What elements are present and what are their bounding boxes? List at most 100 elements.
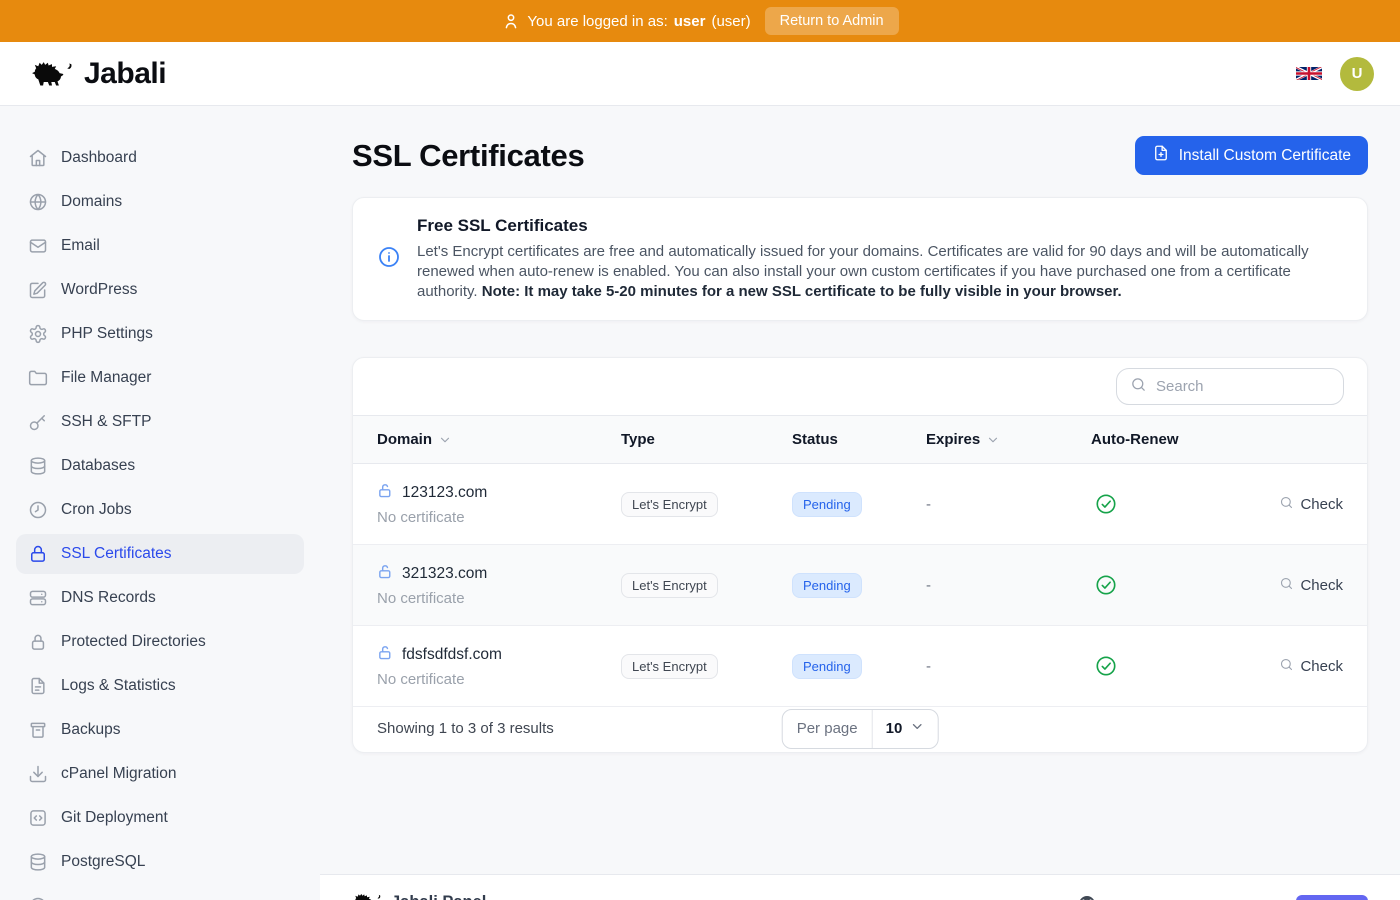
check-button[interactable]: Check [1279,576,1343,595]
unlock-icon [377,482,394,504]
sidebar-item-logs-statistics[interactable]: Logs & Statistics [16,666,304,706]
table-row: fdsfsdfdsf.com No certificate Let's Encr… [353,626,1367,707]
results-summary: Showing 1 to 3 of 3 results [377,720,554,737]
download-icon [28,764,48,784]
sidebar-item-postgresql[interactable]: PostgreSQL [16,842,304,882]
search-box[interactable] [1116,368,1344,405]
code-icon [28,808,48,828]
sidebar-item-label: cPanel Migration [61,765,176,783]
search-icon [1279,495,1294,514]
table-header-row: Domain Type Status Expires Auto-Renew [353,415,1367,464]
sidebar-item-databases[interactable]: Databases [16,446,304,486]
clock-icon [28,500,48,520]
database-icon [28,456,48,476]
sidebar-item-cpanel-migration[interactable]: cPanel Migration [16,754,304,794]
sidebar-item-protected-directories[interactable]: Protected Directories [16,622,304,662]
auto-renew-check-icon [1091,655,1253,677]
type-badge: Let's Encrypt [621,654,718,679]
circle-icon [28,896,48,900]
file-text-icon [28,676,48,696]
expires-value: - [926,496,1091,513]
search-icon [1279,576,1294,595]
sidebar-item-dashboard[interactable]: Dashboard [16,138,304,178]
check-button[interactable]: Check [1279,657,1343,676]
sidebar-nav: Dashboard Domains Email WordPress PHP Se… [0,106,320,900]
column-header-status: Status [792,431,926,448]
check-label: Check [1300,577,1343,594]
sidebar-item-file-manager[interactable]: File Manager [16,358,304,398]
column-header-type: Type [621,431,792,448]
language-flag-icon[interactable] [1296,65,1322,82]
info-icon [377,245,401,274]
column-label: Type [621,431,655,448]
sidebar-item-label: SSH & SFTP [61,413,151,431]
search-input[interactable] [1156,378,1355,395]
sidebar-item-label: Git Deployment [61,809,168,827]
logged-in-role: (user) [711,13,750,30]
sidebar-item-cron-jobs[interactable]: Cron Jobs [16,490,304,530]
globe-icon [28,192,48,212]
sidebar-item-label: WordPress [61,281,137,299]
per-page-select[interactable]: Per page 10 [782,709,939,749]
user-avatar[interactable]: U [1340,57,1374,91]
sidebar-item-git-deployment[interactable]: Git Deployment [16,798,304,838]
return-to-admin-button[interactable]: Return to Admin [765,7,899,35]
sidebar-item-ssh-sftp[interactable]: SSH & SFTP [16,402,304,442]
info-box-title: Free SSL Certificates [417,216,1343,236]
column-header-expires[interactable]: Expires [926,431,1091,448]
github-icon [1079,896,1095,900]
footer-brand: Jabali Panel [352,889,486,900]
sidebar-item-wordpress[interactable]: WordPress [16,270,304,310]
sidebar-item-label: PHP Settings [61,325,153,343]
gear-icon [28,324,48,344]
info-box-note: Note: It may take 5-20 minutes for a new… [482,283,1122,300]
version-badge: v0.9-rc42 [1296,895,1368,900]
sidebar-item-label: Protected Directories [61,633,206,651]
impersonation-bar: You are logged in as: user (user) Return… [0,0,1400,42]
sidebar-item-clipped[interactable] [16,886,304,900]
type-badge: Let's Encrypt [621,573,718,598]
sidebar-item-domains[interactable]: Domains [16,182,304,222]
sidebar-item-label: DNS Records [61,589,156,607]
install-custom-certificate-button[interactable]: Install Custom Certificate [1135,136,1368,175]
column-header-domain[interactable]: Domain [377,431,621,448]
search-icon [1279,657,1294,676]
certificate-status: No certificate [377,671,621,688]
chevron-down-icon [438,433,452,447]
brand-name: Jabali [84,57,166,91]
sidebar-item-label: Backups [61,721,120,739]
github-link[interactable]: GitHub [1079,896,1148,900]
sidebar-item-email[interactable]: Email [16,226,304,266]
certificate-status: No certificate [377,590,621,607]
column-label: Expires [926,431,980,448]
auto-renew-check-icon [1091,574,1253,596]
sidebar-item-dns-records[interactable]: DNS Records [16,578,304,618]
per-page-label: Per page [783,710,872,748]
home-icon [28,148,48,168]
domain-name: 321323.com [402,565,487,583]
key-icon [28,412,48,432]
expires-value: - [926,658,1091,675]
sidebar-item-ssl-certificates[interactable]: SSL Certificates [16,534,304,574]
check-button[interactable]: Check [1279,495,1343,514]
padlock-icon [28,632,48,652]
status-badge: Pending [792,654,862,679]
sidebar-item-backups[interactable]: Backups [16,710,304,750]
info-box-text: Let's Encrypt certificates are free and … [417,242,1343,302]
folder-icon [28,368,48,388]
column-label: Auto-Renew [1091,431,1179,448]
expires-value: - [926,577,1091,594]
table-pagination: Showing 1 to 3 of 3 results Per page 10 [353,707,1367,752]
sidebar-item-php-settings[interactable]: PHP Settings [16,314,304,354]
page-title: SSL Certificates [352,138,584,174]
database-icon [28,852,48,872]
sidebar-item-label: PostgreSQL [61,853,145,871]
app-header: Jabali U [0,42,1400,106]
sidebar-item-label: SSL Certificates [61,545,172,563]
type-badge: Let's Encrypt [621,492,718,517]
auto-renew-check-icon [1091,493,1253,515]
sidebar-item-label: Dashboard [61,149,137,167]
server-icon [28,588,48,608]
sidebar-item-label: Logs & Statistics [61,677,176,695]
footer-brand-name: Jabali Panel [391,893,486,900]
